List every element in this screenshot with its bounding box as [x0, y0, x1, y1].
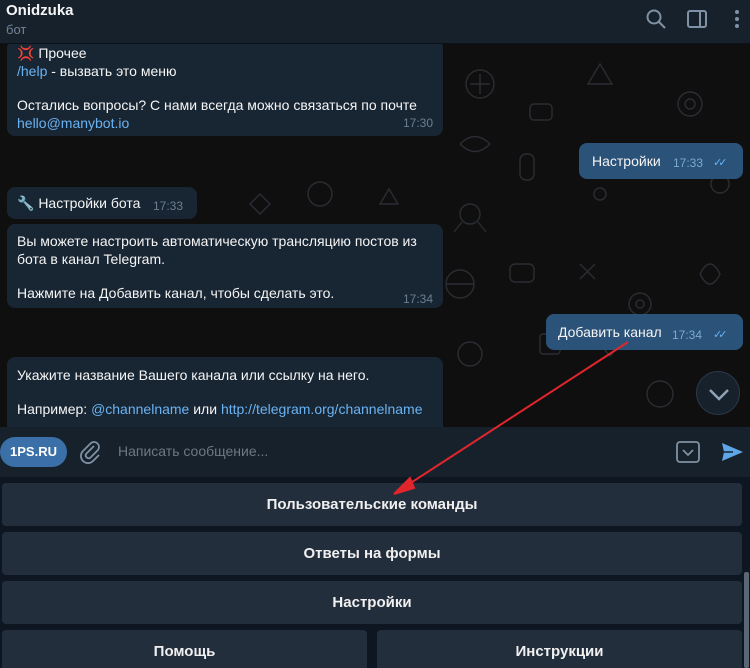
- message-text: Прочее: [38, 45, 87, 61]
- message-time: 17:33: [153, 199, 184, 213]
- outgoing-message-add-channel[interactable]: Добавить канал 17:34 ✓✓: [546, 314, 743, 350]
- keyboard-button-custom-commands[interactable]: Пользовательские команды: [2, 483, 742, 526]
- keyboard-button-help[interactable]: Помощь: [2, 630, 367, 668]
- chat-status: бот: [6, 22, 27, 37]
- message-time: 17:34: [402, 292, 433, 306]
- incoming-message-broadcast-info[interactable]: Вы можете настроить автоматическую транс…: [7, 224, 443, 308]
- message-time: 17:30: [402, 116, 433, 130]
- bot-keyboard-icon[interactable]: [676, 441, 700, 463]
- message-text: - вызвать это меню: [47, 63, 177, 79]
- message-text: Вы можете настроить автоматическую транс…: [17, 233, 417, 249]
- outgoing-message-settings[interactable]: Настройки 17:33 ✓✓: [579, 143, 743, 179]
- message-list[interactable]: 💢 Прочее /help - вызвать это меню Остали…: [0, 44, 750, 427]
- message-text: 🔧 Настройки бота: [17, 195, 141, 211]
- anger-emoji-icon: 💢: [17, 45, 35, 61]
- message-line-other: 💢 Прочее: [17, 44, 87, 62]
- keyboard-button-form-answers[interactable]: Ответы на формы: [2, 532, 742, 575]
- message-text: Остались вопросы? С нами всегда можно св…: [17, 97, 417, 113]
- send-icon[interactable]: [720, 440, 744, 464]
- email-link[interactable]: hello@manybot.io: [17, 114, 129, 132]
- chat-header: Onidzuka бот: [0, 0, 750, 44]
- keyboard-scrollbar[interactable]: [744, 572, 749, 668]
- message-input-bar: 1PS.RU Написать сообщение...: [0, 427, 750, 477]
- scroll-to-bottom-button[interactable]: [696, 371, 740, 415]
- keyboard-button-settings[interactable]: Настройки: [2, 581, 742, 624]
- chat-title[interactable]: Onidzuka: [6, 2, 74, 19]
- message-text: Настройки: [592, 153, 661, 169]
- more-icon[interactable]: [726, 8, 748, 30]
- bot-reply-keyboard: Пользовательские команды Ответы на формы…: [0, 477, 750, 668]
- message-text: или: [189, 401, 221, 417]
- channel-handle-link[interactable]: @channelname: [91, 401, 189, 417]
- incoming-message-help[interactable]: 💢 Прочее /help - вызвать это меню Остали…: [7, 44, 443, 136]
- sidebar-toggle-icon[interactable]: [686, 8, 708, 30]
- message-text: Укажите название Вашего канала или ссылк…: [17, 367, 370, 383]
- read-checkmarks-icon: ✓✓: [713, 329, 728, 341]
- message-input[interactable]: Написать сообщение...: [118, 443, 268, 459]
- brand-badge: 1PS.RU: [0, 437, 67, 467]
- message-text: Добавить канал: [558, 324, 662, 340]
- search-icon[interactable]: [645, 8, 667, 30]
- message-line-help: /help - вызвать это меню: [17, 62, 176, 80]
- channel-url-link[interactable]: http://telegram.org/channelname: [221, 401, 423, 417]
- message-line-example: Например: @channelname или http://telegr…: [17, 400, 423, 418]
- read-checkmarks-icon: ✓✓: [713, 157, 728, 169]
- chevron-down-icon: [709, 389, 729, 401]
- incoming-message-bot-settings[interactable]: 🔧 Настройки бота 17:33: [7, 187, 197, 219]
- message-text: бота в канал Telegram.: [17, 251, 166, 267]
- message-time: 17:34: [672, 328, 703, 342]
- help-command-link[interactable]: /help: [17, 63, 47, 79]
- paperclip-icon[interactable]: [78, 440, 102, 464]
- message-text: Нажмите на Добавить канал, чтобы сделать…: [17, 285, 335, 301]
- keyboard-button-instructions[interactable]: Инструкции: [377, 630, 742, 668]
- message-time: 17:33: [673, 156, 704, 170]
- incoming-message-channel-prompt[interactable]: Укажите название Вашего канала или ссылк…: [7, 357, 443, 427]
- message-text: Например:: [17, 401, 92, 417]
